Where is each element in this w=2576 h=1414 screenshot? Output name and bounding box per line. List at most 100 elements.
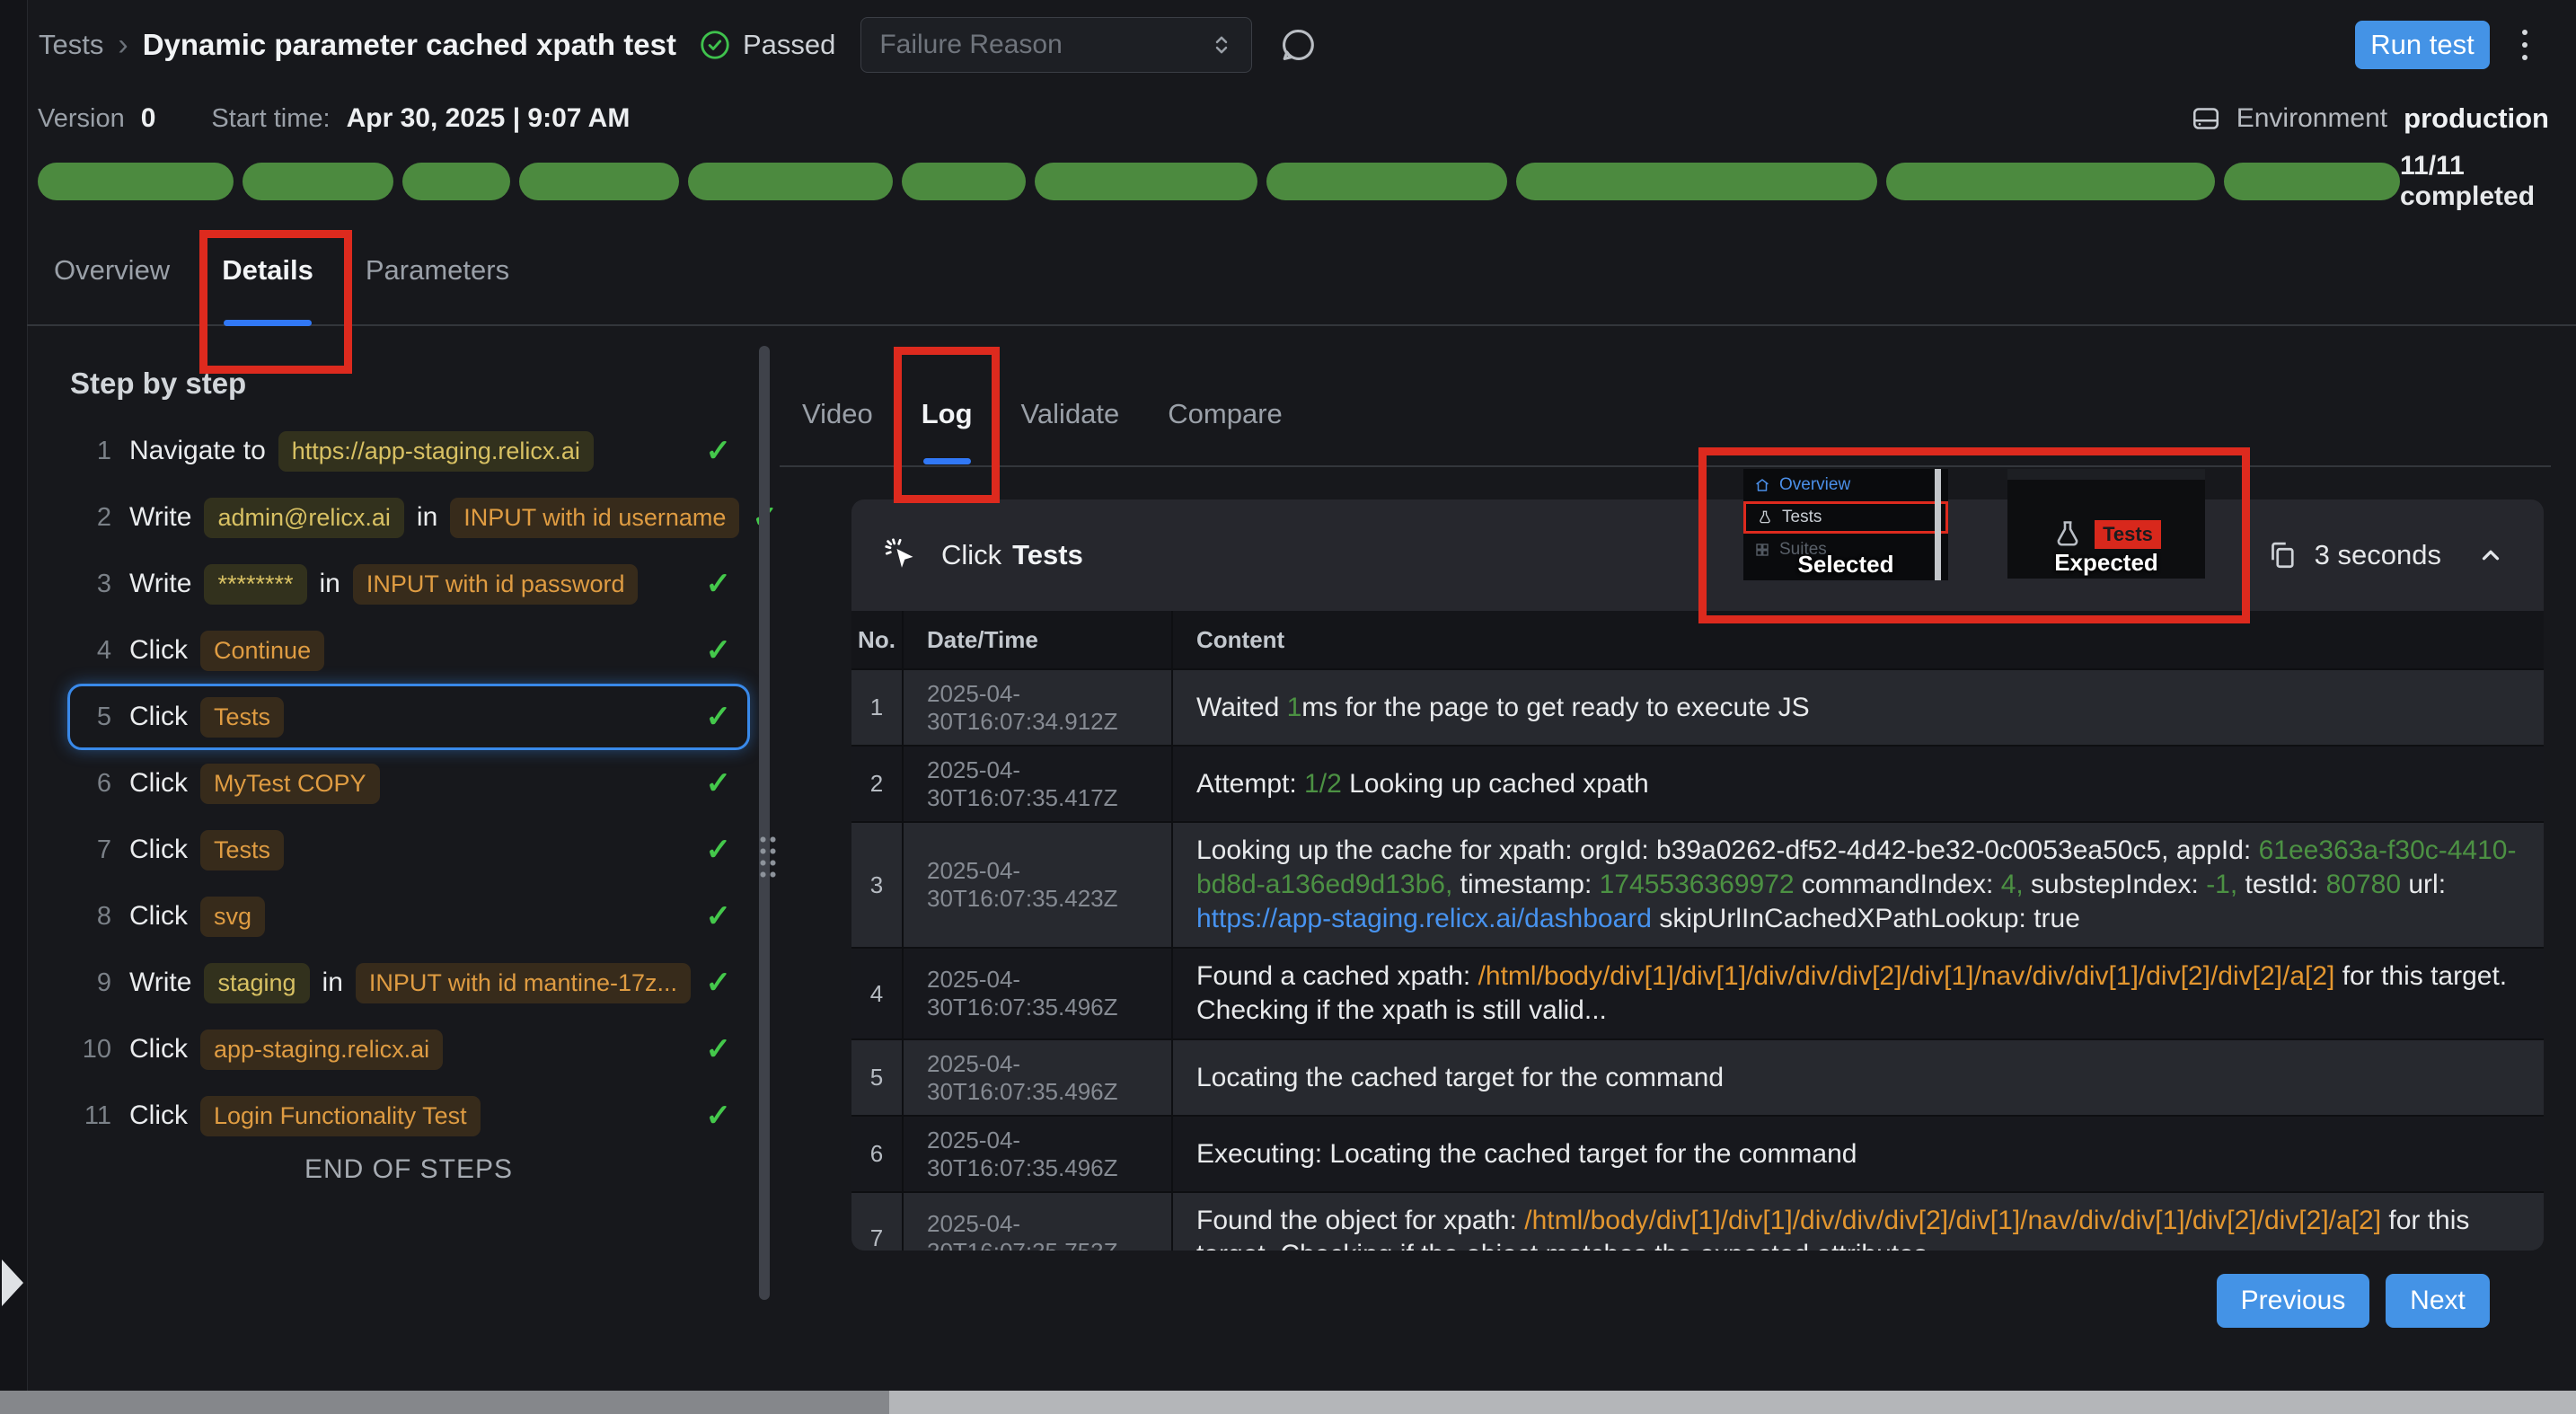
expected-label: Expected <box>2007 549 2205 577</box>
step-row[interactable]: 3Write********inINPUT with id password✓ <box>67 551 750 617</box>
step-row[interactable]: 8Clicksvg✓ <box>67 883 750 950</box>
passed-check-icon <box>698 28 732 62</box>
tab-log[interactable]: Log <box>922 398 973 464</box>
mini-nav-overview: Overview <box>1743 469 1948 501</box>
progress-segment[interactable] <box>688 163 893 200</box>
progress-row: 11/11 completed <box>38 162 2549 201</box>
run-test-button[interactable]: Run test <box>2355 21 2490 69</box>
steps-scrollbar[interactable] <box>759 346 770 1300</box>
horizontal-scrollbar-track[interactable] <box>0 1391 2576 1414</box>
step-number: 10 <box>75 1035 111 1065</box>
log-row-number: 3 <box>851 823 904 947</box>
log-row-number: 7 <box>851 1193 904 1251</box>
progress-segment[interactable] <box>1886 163 2215 200</box>
step-row[interactable]: 10Clickapp-staging.relicx.ai✓ <box>67 1016 750 1083</box>
tab-overview[interactable]: Overview <box>54 254 170 326</box>
collapse-chevron-icon[interactable] <box>2477 542 2504 569</box>
step-row[interactable]: 2Writeadmin@relicx.aiinINPUT with id use… <box>67 484 750 551</box>
log-text: Waited <box>1196 693 1287 722</box>
step-value-badge: ******** <box>204 564 306 605</box>
step-action-text: Click <box>129 702 188 732</box>
step-row[interactable]: 5ClickTests✓ <box>67 684 750 750</box>
tab-video[interactable]: Video <box>802 398 873 464</box>
progress-segment[interactable] <box>519 163 679 200</box>
progress-bar <box>38 163 2400 200</box>
step-success-check-icon: ✓ <box>706 566 732 602</box>
log-row-timestamp: 2025-04-30T16:07:35.496Z <box>904 1117 1173 1191</box>
step-row[interactable]: 7ClickTests✓ <box>67 817 750 883</box>
log-value-highlight: 80780 <box>2326 870 2409 899</box>
selected-label: Selected <box>1743 551 1948 579</box>
breadcrumb[interactable]: Tests <box>39 29 103 61</box>
step-row[interactable]: 1Navigate tohttps://app-staging.relicx.a… <box>67 418 750 484</box>
failure-reason-placeholder: Failure Reason <box>879 30 1062 60</box>
version-value: 0 <box>141 103 156 134</box>
log-row: 72025-04-30T16:07:35.753ZFound the objec… <box>851 1193 2544 1251</box>
progress-segment[interactable] <box>1035 163 1257 200</box>
home-icon <box>1754 477 1770 493</box>
step-row[interactable]: 4ClickContinue✓ <box>67 617 750 684</box>
copy-icon[interactable] <box>2266 539 2298 571</box>
step-success-check-icon: ✓ <box>706 898 732 934</box>
log-row-timestamp: 2025-04-30T16:07:35.496Z <box>904 1040 1173 1115</box>
progress-segment[interactable] <box>402 163 510 200</box>
step-target-badge: Continue <box>200 631 324 671</box>
step-action-text: Click <box>129 635 188 666</box>
tab-parameters[interactable]: Parameters <box>366 254 509 326</box>
step-action-text: in <box>320 569 340 599</box>
log-row-content: Waited 1ms for the page to get ready to … <box>1173 680 2544 736</box>
step-action-text: Write <box>129 569 191 599</box>
log-row-content: Attempt: 1/2 Looking up cached xpath <box>1173 756 2544 812</box>
step-number: 6 <box>75 769 111 799</box>
step-row[interactable]: 11ClickLogin Functionality Test✓ <box>67 1083 750 1149</box>
log-url-link[interactable]: https://app-staging.relicx.ai/dashboard <box>1196 904 1659 933</box>
progress-segment[interactable] <box>1266 163 1507 200</box>
left-rail <box>0 0 28 1391</box>
log-command-header: Click Tests 3 seconds <box>851 499 2544 611</box>
log-table-body: 12025-04-30T16:07:34.912ZWaited 1ms for … <box>851 670 2544 1251</box>
progress-segment[interactable] <box>243 163 393 200</box>
log-text: commandIndex: <box>1802 870 2001 899</box>
horizontal-scrollbar-thumb[interactable] <box>0 1391 889 1414</box>
kebab-menu-icon[interactable] <box>2522 26 2527 64</box>
log-row: 22025-04-30T16:07:35.417ZAttempt: 1/2 Lo… <box>851 747 2544 823</box>
step-value-badge: staging <box>204 963 309 1003</box>
step-duration: 3 seconds <box>2315 539 2441 571</box>
step-number: 2 <box>75 503 111 533</box>
progress-segment[interactable] <box>38 163 234 200</box>
step-list: 1Navigate tohttps://app-staging.relicx.a… <box>67 418 750 1149</box>
log-text: substepIndex: <box>2031 870 2206 899</box>
step-success-check-icon: ✓ <box>706 1031 732 1067</box>
log-text: skipUrlInCachedXPathLookup: true <box>1659 904 2080 933</box>
next-button[interactable]: Next <box>2386 1274 2490 1328</box>
selected-screenshot-thumbnail[interactable]: Overview Tests Suites Selected <box>1743 469 1948 580</box>
log-text: Locating the cached target for the comma… <box>1196 1063 1724 1092</box>
sidebar-expand-arrow[interactable] <box>2 1259 23 1306</box>
step-action-text: Click <box>129 1100 188 1131</box>
tab-compare[interactable]: Compare <box>1168 398 1283 464</box>
log-text: ms for the page to get ready to execute … <box>1301 693 1809 722</box>
progress-segment[interactable] <box>902 163 1026 200</box>
comment-icon[interactable] <box>1279 25 1319 65</box>
step-target-badge: INPUT with id password <box>353 564 639 605</box>
top-header: Tests › Dynamic parameter cached xpath t… <box>28 0 2576 90</box>
step-row[interactable]: 9WritestaginginINPUT with id mantine-17z… <box>67 950 750 1016</box>
end-of-steps-label: END OF STEPS <box>67 1154 750 1185</box>
step-target-badge: Tests <box>200 697 284 738</box>
meta-row: Version 0 Start time: Apr 30, 2025 | 9:0… <box>38 90 2549 147</box>
step-target-badge: MyTest COPY <box>200 764 380 804</box>
expected-screenshot-thumbnail[interactable]: Tests Expected <box>2007 469 2205 579</box>
progress-segment[interactable] <box>2224 163 2400 200</box>
log-table-header: No. Date/Time Content <box>851 611 2544 670</box>
failure-reason-select[interactable]: Failure Reason <box>860 17 1252 73</box>
panel-resize-grip-icon[interactable] <box>756 831 776 883</box>
step-row[interactable]: 6ClickMyTest COPY✓ <box>67 750 750 817</box>
step-success-check-icon: ✓ <box>706 965 732 1001</box>
step-number: 5 <box>75 703 111 732</box>
tab-details[interactable]: Details <box>222 254 313 326</box>
previous-button[interactable]: Previous <box>2217 1274 2369 1328</box>
column-content: Content <box>1173 611 2544 668</box>
log-row-timestamp: 2025-04-30T16:07:35.753Z <box>904 1193 1173 1251</box>
progress-segment[interactable] <box>1516 163 1877 200</box>
tab-validate[interactable]: Validate <box>1021 398 1120 464</box>
